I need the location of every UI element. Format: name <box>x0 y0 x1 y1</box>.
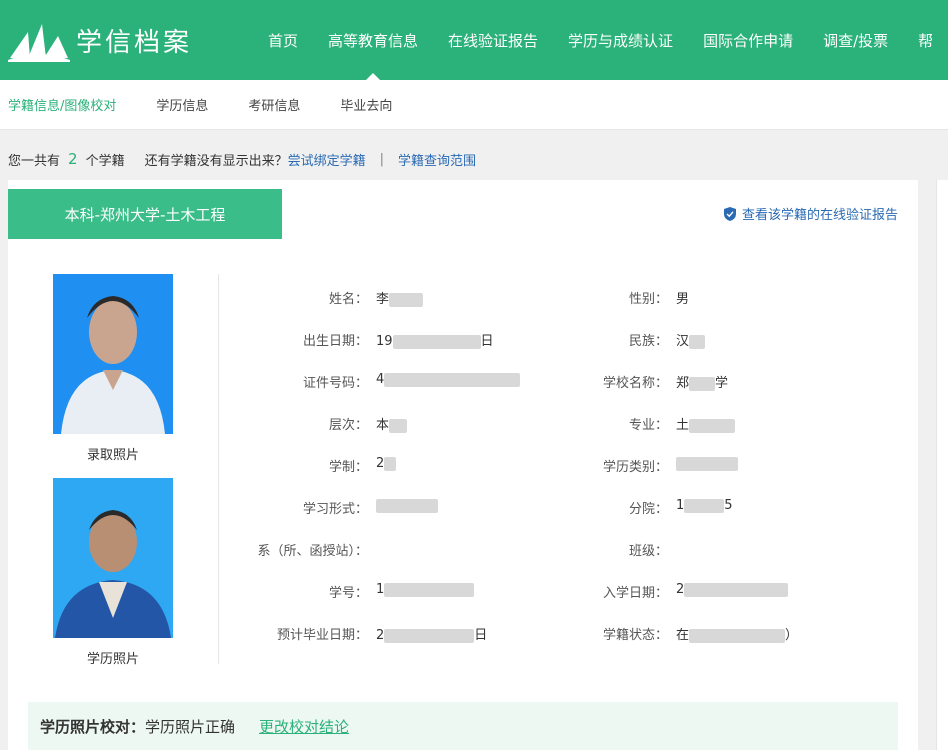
record-card: 本科-郑州大学-土木工程 查看该学籍的在线验证报告 录取照片 学历照片 姓名： … <box>8 180 918 750</box>
field-value-name: 李 <box>376 288 424 307</box>
field-label-study-form: 学习形式： <box>302 502 368 517</box>
verify-report-label: 查看该学籍的在线验证报告 <box>741 208 898 223</box>
field-value-id-number: 4 <box>376 372 521 387</box>
nav-item-international[interactable]: 国际合作申请 <box>703 0 793 80</box>
verify-report-link[interactable]: 查看该学籍的在线验证报告 <box>723 204 898 223</box>
brand-name: 学信档案 <box>76 27 193 58</box>
field-label-class: 班级： <box>628 544 668 559</box>
bind-record-link[interactable]: 尝试绑定学籍 <box>288 150 366 169</box>
subnav-item-postgrad-exam[interactable]: 考研信息 <box>248 95 300 114</box>
field-label-school-name: 学校名称： <box>602 376 668 391</box>
field-value-enrollment-date: 2 <box>676 582 789 597</box>
admission-photo <box>53 274 173 434</box>
link-separator: | <box>379 151 384 167</box>
adjacent-record-card <box>936 180 948 750</box>
nav-item-survey[interactable]: 调查/投票 <box>823 0 888 80</box>
missing-question: 还有学籍没有显示出来？ <box>144 153 288 169</box>
admission-photo-label: 录取照片 <box>86 448 139 463</box>
field-label-enrollment-date: 入学日期： <box>602 586 668 601</box>
field-label-name: 姓名： <box>328 292 368 307</box>
field-value-gender: 男 <box>676 292 690 307</box>
field-label-degree-type: 学历类别： <box>602 460 668 475</box>
field-label-duration: 学制： <box>328 460 368 475</box>
sub-nav: 学籍信息/图像校对 学历信息 考研信息 毕业去向 <box>0 80 948 130</box>
field-value-major: 土 <box>676 414 736 433</box>
field-label-ethnicity: 民族： <box>628 334 668 349</box>
query-scope-link[interactable]: 学籍查询范围 <box>398 150 476 169</box>
field-value-school-name: 郑学 <box>676 376 729 391</box>
nav-item-higher-education[interactable]: 高等教育信息 <box>328 0 418 80</box>
record-count-line: 您一共有 2 个学籍 还有学籍没有显示出来？ 尝试绑定学籍 | 学籍查询范围 <box>8 150 476 169</box>
shield-icon <box>723 206 736 221</box>
photo-check-label: 学历照片校对： <box>40 717 146 736</box>
record-title: 本科-郑州大学-土木工程 <box>8 189 282 239</box>
nav-item-online-report[interactable]: 在线验证报告 <box>448 0 538 80</box>
field-label-level: 层次： <box>328 418 368 433</box>
record-count: 2 <box>68 150 78 168</box>
count-prefix: 您一共有 <box>8 153 61 169</box>
change-check-link[interactable]: 更改校对结论 <box>259 716 349 737</box>
field-label-expected-graduation: 预计毕业日期： <box>276 628 368 643</box>
photo-check-bar: 学历照片校对： 学历照片正确 更改校对结论 <box>28 702 898 750</box>
photo-check-value: 学历照片正确 <box>145 717 236 736</box>
field-value-expected-graduation: 2日 <box>376 628 488 643</box>
field-value-branch: 15 <box>676 498 733 513</box>
field-label-id-number: 证件号码： <box>302 376 368 391</box>
field-label-gender: 性别： <box>628 292 668 307</box>
field-label-department: 系（所、函授站）： <box>257 544 368 559</box>
field-value-student-id: 1 <box>376 582 475 597</box>
field-label-birthdate: 出生日期： <box>302 334 368 349</box>
field-value-enrollment-status: 在） <box>676 628 799 643</box>
field-value-ethnicity: 汉 <box>676 330 706 349</box>
brand-logo[interactable]: 学信档案 <box>8 18 192 62</box>
field-value-duration: 2 <box>376 456 397 471</box>
field-label-student-id: 学号： <box>328 586 368 601</box>
nav-item-home[interactable]: 首页 <box>268 0 298 80</box>
field-label-major: 专业： <box>628 418 668 433</box>
field-value-level: 本 <box>376 414 408 433</box>
field-value-degree-type <box>676 456 738 471</box>
main-nav: 首页 高等教育信息 在线验证报告 学历与成绩认证 国际合作申请 调查/投票 帮 <box>268 0 948 80</box>
degree-photo-label: 学历照片 <box>86 652 139 667</box>
subnav-item-enrollment[interactable]: 学籍信息/图像校对 <box>8 95 116 114</box>
count-suffix: 个学籍 <box>85 153 125 169</box>
top-header: 学信档案 首页 高等教育信息 在线验证报告 学历与成绩认证 国际合作申请 调查/… <box>0 0 948 80</box>
field-value-study-form <box>376 498 438 513</box>
logo-icon <box>8 24 70 62</box>
field-value-birthdate: 19 日 <box>376 334 494 349</box>
field-label-enrollment-status: 学籍状态： <box>602 628 668 643</box>
nav-item-help[interactable]: 帮 <box>918 0 933 80</box>
subnav-item-graduation-destination[interactable]: 毕业去向 <box>340 95 392 114</box>
field-label-branch: 分院： <box>628 502 668 517</box>
subnav-item-degree[interactable]: 学历信息 <box>156 95 208 114</box>
degree-photo <box>53 478 173 638</box>
nav-item-degree-certification[interactable]: 学历与成绩认证 <box>568 0 673 80</box>
